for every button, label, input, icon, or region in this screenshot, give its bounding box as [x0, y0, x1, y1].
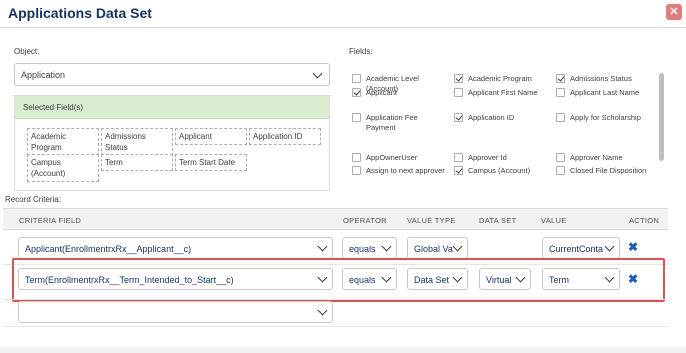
header-action: ACTION [629, 216, 660, 225]
selected-fields-panel: Selected Field(s) Academic Program Admis… [14, 95, 330, 191]
field-checkbox-item[interactable]: Assign to next approver [352, 166, 448, 176]
header-operator: OPERATOR [343, 216, 387, 225]
field-checkbox-label: Academic Program [468, 74, 532, 83]
field-checkbox-item[interactable]: Approver Name [556, 153, 652, 163]
selected-fields-header: Selected Field(s) [15, 96, 329, 119]
criteria-field-select[interactable]: Applicant(EnrollmentrxRx__Applicant__c) [18, 237, 333, 259]
selected-chip[interactable]: Application ID [249, 128, 321, 145]
field-checkbox-label: Admissions Status [570, 74, 632, 83]
checkbox[interactable] [352, 166, 361, 175]
checkbox[interactable] [556, 113, 565, 122]
record-criteria-label: Record Criteria: [5, 195, 62, 204]
selected-chip[interactable]: Term Start Date [175, 154, 247, 171]
value-value: CurrentConta [549, 244, 604, 254]
field-checkbox-label: Apply for Scholarship [570, 113, 641, 122]
checkbox[interactable] [556, 166, 565, 175]
field-checkbox-label: Applicant First Name [468, 88, 538, 97]
field-checkbox-item[interactable]: Academic Program [454, 74, 550, 84]
header-value-type: VALUE TYPE [407, 216, 456, 225]
field-checkbox-item[interactable]: Applicant First Name [454, 88, 550, 98]
operator-select[interactable]: equals [342, 237, 397, 259]
field-checkbox-item[interactable]: Campus (Account) [454, 166, 550, 176]
chevron-down-icon [452, 241, 463, 252]
operator-value: equals [349, 244, 376, 254]
selected-fields-title: Selected Field(s) [23, 103, 84, 112]
field-checkbox-item[interactable]: Admissions Status [556, 74, 652, 84]
field-checkbox-label: Approver Id [468, 153, 507, 162]
selected-chip[interactable]: Admissions Status [101, 128, 173, 156]
header-criteria-field: CRITERIA FIELD [19, 216, 82, 225]
checked-checkbox[interactable] [454, 113, 463, 122]
checked-checkbox[interactable] [454, 166, 463, 175]
field-checkbox-item[interactable]: Closed File Disposition [556, 166, 652, 176]
delete-icon[interactable]: ✖ [628, 240, 638, 254]
field-checkbox-label: AppOwnerUser [366, 153, 418, 162]
field-checkbox-label: Application Fee Payment [366, 113, 418, 132]
object-select[interactable]: Application [14, 63, 330, 86]
value-type-select[interactable]: Global Va [407, 237, 468, 259]
dialog-header: Applications Data Set ✕ [0, 0, 686, 28]
chevron-down-icon [312, 68, 323, 79]
row-divider [3, 326, 668, 327]
row-divider [3, 299, 668, 300]
field-checkbox-item[interactable]: Application ID [454, 113, 550, 123]
field-checkbox-item[interactable]: Applicant Last Name [556, 88, 652, 98]
criteria-field-select[interactable] [18, 301, 333, 323]
value-type-value: Global Va [414, 244, 453, 254]
field-checkbox-label: Campus (Account) [468, 166, 531, 175]
field-checkbox-item[interactable]: Applicant [352, 88, 448, 98]
fields-scrollbar[interactable] [659, 73, 664, 161]
dialog-footer [0, 347, 686, 353]
checked-checkbox[interactable] [352, 88, 361, 97]
field-checkbox-label: Application ID [468, 113, 515, 122]
checkbox[interactable] [556, 88, 565, 97]
selected-chip[interactable]: Applicant [175, 128, 247, 145]
highlight-box [12, 258, 665, 302]
criteria-table-header: CRITERIA FIELD OPERATOR VALUE TYPE DATA … [3, 208, 668, 230]
checked-checkbox[interactable] [454, 74, 463, 83]
checkbox[interactable] [352, 74, 361, 83]
field-checkbox-item[interactable]: Approver Id [454, 153, 550, 163]
chevron-down-icon [317, 305, 328, 316]
header-data-set: DATA SET [479, 216, 517, 225]
checkbox[interactable] [352, 113, 361, 122]
field-checkbox-label: Closed File Disposition [570, 166, 647, 175]
field-checkbox-item[interactable]: AppOwnerUser [352, 153, 448, 163]
selected-chip[interactable]: Term [101, 154, 173, 171]
chevron-down-icon [317, 241, 328, 252]
selected-chip[interactable]: Campus (Account) [27, 154, 99, 182]
checked-checkbox[interactable] [556, 74, 565, 83]
field-checkbox-item[interactable]: Application Fee Payment [352, 113, 448, 133]
fields-label: Fields: [349, 47, 373, 56]
chevron-down-icon [604, 241, 615, 252]
object-label: Object: [14, 47, 40, 56]
selected-chip[interactable]: Academic Program [27, 128, 99, 156]
field-checkbox-label: Approver Name [570, 153, 623, 162]
checkbox[interactable] [454, 153, 463, 162]
checkbox[interactable] [556, 153, 565, 162]
close-icon[interactable]: ✕ [666, 4, 682, 20]
field-checkbox-item[interactable]: Apply for Scholarship [556, 113, 652, 123]
field-checkbox-label: Applicant Last Name [570, 88, 640, 97]
checkbox[interactable] [352, 153, 361, 162]
criteria-field-value: Applicant(EnrollmentrxRx__Applicant__c) [25, 244, 192, 254]
field-checkbox-label: Applicant [366, 88, 397, 97]
chevron-down-icon [381, 241, 392, 252]
dialog-title: Applications Data Set [8, 5, 152, 21]
object-select-value: Application [21, 70, 66, 80]
value-select[interactable]: CurrentConta [542, 237, 620, 259]
field-checkbox-label: Assign to next approver [366, 166, 445, 175]
checkbox[interactable] [454, 88, 463, 97]
header-value: VALUE [541, 216, 567, 225]
